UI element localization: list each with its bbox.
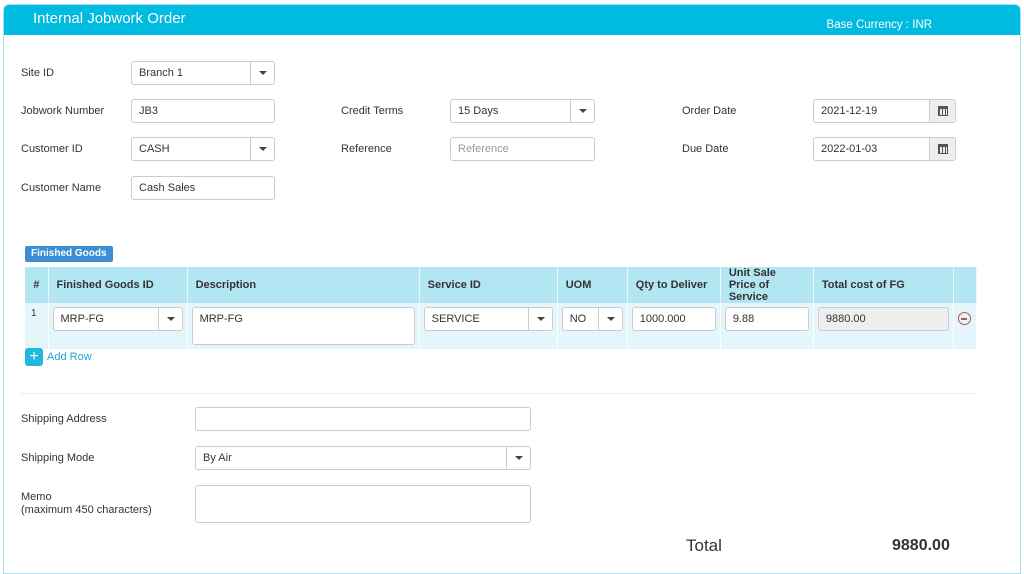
shipping-mode-value: By Air xyxy=(203,452,232,464)
due-date-label: Due Date xyxy=(682,143,729,155)
order-date-input[interactable]: 2021-12-19 xyxy=(813,99,956,123)
customer-name-input[interactable]: Cash Sales xyxy=(131,176,275,200)
section-divider xyxy=(20,393,978,394)
reference-label: Reference xyxy=(341,143,392,155)
add-row-label: Add Row xyxy=(47,351,92,363)
service-id-dropdown-button[interactable] xyxy=(527,308,552,330)
plus-icon: + xyxy=(25,348,43,366)
shipping-mode-dropdown-button[interactable] xyxy=(506,447,530,469)
chevron-down-icon xyxy=(536,317,545,321)
total-value: 9880.00 xyxy=(892,537,950,554)
row-number: 1 xyxy=(31,308,37,319)
service-id-select[interactable]: SERVICE xyxy=(423,307,553,331)
customer-id-select[interactable]: CASH xyxy=(131,137,275,161)
due-date-value: 2022-01-03 xyxy=(821,143,878,155)
finished-goods-badge: Finished Goods xyxy=(25,246,113,262)
uom-dropdown-button[interactable] xyxy=(597,308,622,330)
credit-terms-dropdown-button[interactable] xyxy=(570,100,594,122)
unit-price-input[interactable]: 9.88 xyxy=(724,307,809,331)
chevron-down-icon xyxy=(259,147,267,151)
customer-id-label: Customer ID xyxy=(21,143,83,155)
credit-terms-value: 15 Days xyxy=(458,105,499,117)
fg-id-dropdown-button[interactable] xyxy=(157,308,182,330)
fg-id-select[interactable]: MRP-FG xyxy=(52,307,183,331)
column-header-num: # xyxy=(25,267,49,303)
row-number-cell: 1 xyxy=(25,303,49,349)
jobwork-number-label: Jobwork Number xyxy=(21,105,105,117)
order-date-label: Order Date xyxy=(682,105,737,117)
service-id-value: SERVICE xyxy=(431,313,480,325)
uom-select[interactable]: NO xyxy=(561,307,623,331)
shipping-mode-select[interactable]: By Air xyxy=(195,446,531,470)
customer-name-label: Customer Name xyxy=(21,182,102,194)
total-cost-input: 9880.00 xyxy=(817,307,949,331)
panel-header: Internal Jobwork Order Base Currency : I… xyxy=(4,5,1020,35)
due-date-picker-button[interactable] xyxy=(929,138,955,160)
column-header-total: Total cost of FG xyxy=(813,267,954,303)
chevron-down-icon xyxy=(166,317,175,321)
order-date-value: 2021-12-19 xyxy=(821,105,878,117)
remove-row-icon[interactable] xyxy=(957,312,971,325)
order-date-picker-button[interactable] xyxy=(929,100,955,122)
page-title: Internal Jobwork Order xyxy=(33,10,186,27)
column-header-description: Description xyxy=(187,267,420,303)
description-cell: MRP-FG xyxy=(187,303,420,349)
customer-id-value: CASH xyxy=(139,143,170,155)
uom-cell: NO xyxy=(557,303,628,349)
site-id-value: Branch 1 xyxy=(139,67,184,79)
qty-cell: 1000.000 xyxy=(627,303,721,349)
reference-input[interactable]: Reference xyxy=(450,137,595,161)
qty-input[interactable]: 1000.000 xyxy=(631,307,716,331)
column-header-unit-price: Unit Sale Price of Service xyxy=(720,267,814,303)
fg-id-value: MRP-FG xyxy=(60,313,104,325)
service-id-cell: SERVICE xyxy=(419,303,558,349)
memo-label: Memo xyxy=(21,491,52,503)
site-id-dropdown-button[interactable] xyxy=(250,62,274,84)
credit-terms-select[interactable]: 15 Days xyxy=(450,99,595,123)
column-header-fg-id: Finished Goods ID xyxy=(48,267,188,303)
finished-goods-table: # Finished Goods ID Description Service … xyxy=(25,267,978,349)
column-header-actions xyxy=(953,267,978,303)
memo-hint: (maximum 450 characters) xyxy=(21,504,152,516)
memo-textarea[interactable] xyxy=(195,485,531,523)
unit-price-cell: 9.88 xyxy=(720,303,814,349)
actions-cell xyxy=(953,303,978,349)
jobwork-number-input[interactable]: JB3 xyxy=(131,99,275,123)
credit-terms-label: Credit Terms xyxy=(341,105,404,117)
fg-id-cell: MRP-FG xyxy=(48,303,188,349)
chevron-down-icon xyxy=(606,317,615,321)
table-row: 1 MRP-FG MRP-FG SERVICE NO 1000.000 9.88… xyxy=(25,303,978,349)
calendar-icon xyxy=(938,106,948,116)
shipping-address-label: Shipping Address xyxy=(21,413,107,425)
uom-value: NO xyxy=(569,313,587,325)
chevron-down-icon xyxy=(579,109,587,113)
base-currency-label: Base Currency : INR xyxy=(826,19,932,31)
site-id-label: Site ID xyxy=(21,67,55,79)
chevron-down-icon xyxy=(259,71,267,75)
total-label: Total xyxy=(686,536,722,555)
site-id-select[interactable]: Branch 1 xyxy=(131,61,275,85)
description-textarea[interactable]: MRP-FG xyxy=(191,307,415,345)
table-header-row: # Finished Goods ID Description Service … xyxy=(25,267,978,303)
total-cell: 9880.00 xyxy=(813,303,954,349)
shipping-mode-label: Shipping Mode xyxy=(21,452,95,464)
column-header-service-id: Service ID xyxy=(419,267,558,303)
column-header-uom: UOM xyxy=(557,267,628,303)
column-header-qty: Qty to Deliver xyxy=(627,267,721,303)
due-date-input[interactable]: 2022-01-03 xyxy=(813,137,956,161)
shipping-address-input[interactable] xyxy=(195,407,531,431)
customer-id-dropdown-button[interactable] xyxy=(250,138,274,160)
chevron-down-icon xyxy=(515,456,523,460)
calendar-icon xyxy=(938,144,948,154)
